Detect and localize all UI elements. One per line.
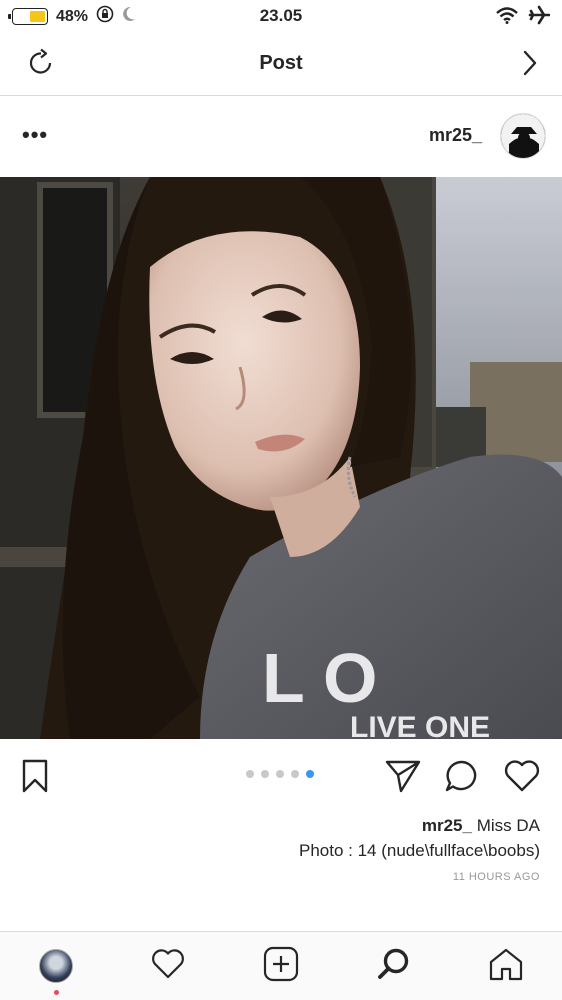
search-tab[interactable] <box>374 946 414 986</box>
home-tab[interactable] <box>486 946 526 986</box>
status-bar-right <box>496 5 551 30</box>
notification-dot <box>54 990 59 995</box>
post-timestamp: 11 HOURS AGO <box>452 871 540 883</box>
comment-icon[interactable] <box>444 759 480 798</box>
plus-square-icon <box>263 946 299 987</box>
chevron-right-icon[interactable] <box>518 48 540 83</box>
post-caption: mr25_ Miss DA Photo : 14 (nude\fullface\… <box>299 813 540 863</box>
status-time: 23.05 <box>259 6 303 25</box>
shirt-print-text: L O <box>262 639 377 717</box>
new-post-tab[interactable] <box>261 946 301 986</box>
heart-icon[interactable] <box>503 759 541 798</box>
carousel-dot <box>291 770 299 778</box>
post-username[interactable]: mr25_ <box>429 125 482 146</box>
profile-tab[interactable] <box>36 946 76 995</box>
caption-line-2: Photo : 14 (nude\fullface\boobs) <box>299 841 540 860</box>
carousel-dot <box>276 770 284 778</box>
bookmark-icon[interactable] <box>20 759 50 798</box>
carousel-dot <box>246 770 254 778</box>
share-icon[interactable] <box>385 759 421 798</box>
airplane-icon <box>528 5 551 30</box>
post-actions <box>0 739 562 811</box>
caption-text: Miss DA <box>476 816 540 835</box>
caption-username[interactable]: mr25_ <box>422 816 472 835</box>
search-icon <box>376 946 412 987</box>
post-header: ••• mr25_ <box>0 97 562 177</box>
avatar[interactable] <box>500 113 546 159</box>
caption-line-1: mr25_ Miss DA <box>299 813 540 838</box>
carousel-dot-active <box>306 770 314 778</box>
page-title: Post <box>259 52 303 74</box>
more-options-icon[interactable]: ••• <box>22 124 48 146</box>
heart-outline-icon <box>150 948 186 985</box>
activity-tab[interactable] <box>148 946 188 986</box>
home-icon <box>488 947 524 986</box>
status-bar: 48% 23.05 <box>0 0 562 30</box>
profile-avatar-icon <box>39 949 73 983</box>
carousel-dot <box>261 770 269 778</box>
wifi-icon <box>496 6 518 29</box>
shirt-print-subtext: LIVE ONE <box>350 711 490 739</box>
tab-bar <box>0 931 562 1000</box>
nav-bar: Post <box>0 30 562 96</box>
carousel-indicator <box>246 770 314 778</box>
post-photo[interactable]: L O LIVE ONE <box>0 177 562 739</box>
